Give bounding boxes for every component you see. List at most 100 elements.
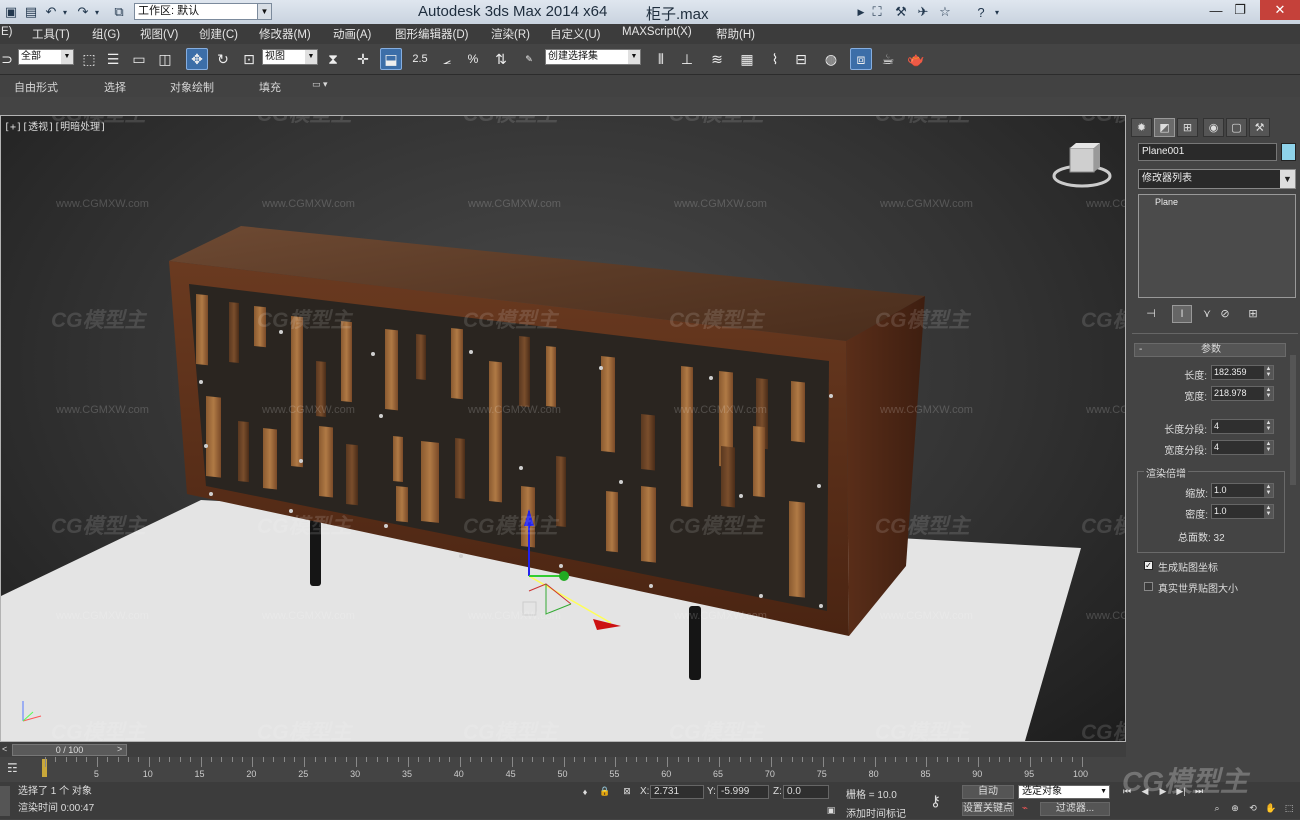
- gen-mapping-checkbox[interactable]: ✓: [1144, 561, 1153, 570]
- select-scale-icon[interactable]: ⊡: [238, 48, 260, 70]
- manipulate-icon[interactable]: ✛: [352, 48, 374, 70]
- set-key-button[interactable]: 设置关键点: [962, 802, 1014, 816]
- spinner-arrows-icon[interactable]: ▲ ▼: [1264, 366, 1273, 379]
- reference-coordinate-select[interactable]: 视图 ▼: [262, 49, 318, 65]
- utilities-tab-icon[interactable]: ⚒: [1249, 118, 1270, 137]
- isolate-selection-icon[interactable]: ♦: [578, 785, 592, 798]
- spinner-arrows-icon[interactable]: ▲ ▼: [1264, 387, 1273, 400]
- z-coordinate-field[interactable]: 0.0: [783, 785, 829, 799]
- redo-icon[interactable]: ↷: [74, 3, 92, 21]
- show-end-result-icon[interactable]: I: [1172, 305, 1192, 323]
- restore-icon[interactable]: ❐: [1222, 0, 1258, 20]
- window-crossing-icon[interactable]: ◫: [154, 48, 176, 70]
- display-tab-icon[interactable]: ▢: [1226, 118, 1247, 137]
- save-file-icon[interactable]: ▤: [22, 3, 40, 21]
- auto-key-button[interactable]: 自动: [962, 785, 1014, 799]
- motion-tab-icon[interactable]: ◉: [1203, 118, 1224, 137]
- ribbon-options-icon[interactable]: ▭ ▾: [312, 79, 328, 90]
- menu-item-help[interactable]: 帮助(H): [716, 26, 755, 42]
- select-object-icon[interactable]: ⬚: [78, 48, 100, 70]
- menu-item-maxscript[interactable]: MAXScript(X): [622, 26, 692, 38]
- key-filter-curve-icon[interactable]: ⌁: [1022, 803, 1028, 814]
- maxscript-listener-tab[interactable]: [0, 786, 10, 816]
- modifier-stack[interactable]: Plane: [1138, 194, 1296, 298]
- spinner-arrows-icon[interactable]: ▲ ▼: [1264, 441, 1273, 454]
- undo-dropdown-icon[interactable]: ▾: [60, 3, 70, 21]
- pivot-center-icon[interactable]: ⧗: [322, 48, 344, 70]
- selection-filter-select[interactable]: 全部 ▼: [18, 49, 74, 65]
- wrench-icon[interactable]: ⚒: [892, 3, 910, 21]
- mini-curve-editor-icon[interactable]: ☶: [7, 761, 18, 775]
- key-icon[interactable]: ⚷: [930, 792, 941, 810]
- edit-named-selection-icon[interactable]: ✎: [518, 48, 540, 70]
- subscription-icon[interactable]: ✈: [914, 3, 932, 21]
- spinner-arrows-icon[interactable]: ▲ ▼: [1264, 484, 1273, 497]
- spinner-snap-icon[interactable]: ⇅: [490, 48, 512, 70]
- modifier-list-select[interactable]: 修改器列表 ▼: [1138, 169, 1296, 189]
- menu-item-views[interactable]: 视图(V): [140, 26, 178, 42]
- close-icon[interactable]: ✕: [1260, 0, 1300, 20]
- make-unique-icon[interactable]: ⋎: [1198, 305, 1216, 321]
- tab-populate[interactable]: 填充: [259, 79, 281, 95]
- spinner-arrows-icon[interactable]: ▲ ▼: [1264, 420, 1273, 433]
- menu-item-animation[interactable]: 动画(A): [333, 26, 371, 42]
- rectangular-region-icon[interactable]: ▭: [128, 48, 150, 70]
- binoculars-icon[interactable]: ⛶: [868, 3, 886, 21]
- orbit-icon[interactable]: ⟲: [1246, 802, 1260, 815]
- pan-icon[interactable]: ✋: [1264, 802, 1278, 815]
- pin-stack-icon[interactable]: ⊣: [1142, 305, 1160, 321]
- length-segs-spinner[interactable]: 4 ▲ ▼: [1211, 419, 1274, 434]
- snap-toggle-icon[interactable]: 2.5: [409, 48, 431, 70]
- selection-lock-icon[interactable]: 🔒: [598, 785, 612, 798]
- save-icon[interactable]: ▣: [2, 3, 20, 21]
- layer-manager-icon[interactable]: ≋: [706, 48, 728, 70]
- remove-modifier-icon[interactable]: ⊘: [1216, 305, 1234, 321]
- zoom-icon[interactable]: ⌕: [1210, 802, 1224, 815]
- menu-item-graph-editors[interactable]: 图形编辑器(D): [395, 26, 468, 42]
- key-filters-button[interactable]: 过滤器...: [1040, 802, 1110, 816]
- configure-modifier-sets-icon[interactable]: ⊞: [1244, 305, 1262, 321]
- slider-next-icon[interactable]: >: [117, 744, 122, 754]
- help-dropdown-icon[interactable]: ▾: [992, 3, 1002, 21]
- create-tab-icon[interactable]: ✹: [1131, 118, 1152, 137]
- menu-item-customize[interactable]: 自定义(U): [550, 26, 600, 42]
- align-icon[interactable]: ⊥: [676, 48, 698, 70]
- tab-freeform[interactable]: 自由形式: [14, 79, 58, 95]
- density-spinner[interactable]: 1.0 ▲ ▼: [1211, 504, 1274, 519]
- y-coordinate-field[interactable]: -5.999: [717, 785, 769, 799]
- named-selection-select[interactable]: 创建选择集 ▼: [545, 49, 641, 65]
- menu-item-tools[interactable]: 工具(T): [32, 26, 70, 42]
- hierarchy-tab-icon[interactable]: ⊞: [1177, 118, 1198, 137]
- key-mode-select[interactable]: 选定对象 ▼: [1018, 785, 1110, 799]
- menu-item-edit[interactable]: E): [1, 26, 13, 38]
- menu-item-group[interactable]: 组(G): [92, 26, 120, 42]
- maximize-viewport-icon[interactable]: ⬚: [1282, 802, 1296, 815]
- menu-item-modifiers[interactable]: 修改器(M): [259, 26, 311, 42]
- percent-snap-icon[interactable]: %: [462, 48, 484, 70]
- tab-selection[interactable]: 选择: [104, 79, 126, 95]
- workspace-select[interactable]: 工作区: 默认 ▼: [134, 3, 272, 20]
- add-time-tag[interactable]: 添加时间标记: [846, 805, 906, 820]
- select-by-name-icon[interactable]: ☰: [102, 48, 124, 70]
- material-editor-icon[interactable]: ◍: [820, 48, 842, 70]
- angle-snap-icon[interactable]: ⦟: [436, 48, 458, 70]
- render-production-icon[interactable]: 🫖: [905, 48, 927, 70]
- rendered-frame-window-icon[interactable]: ☕: [877, 48, 899, 70]
- undo-icon[interactable]: ↶: [42, 3, 60, 21]
- select-move-icon[interactable]: ✥: [186, 48, 208, 70]
- width-spinner[interactable]: 218.978 ▲ ▼: [1211, 386, 1274, 401]
- graphite-tools-icon[interactable]: ▦: [736, 48, 758, 70]
- link-icon[interactable]: ⊃: [0, 48, 18, 70]
- render-setup-icon[interactable]: ⧈: [850, 48, 872, 70]
- mirror-icon[interactable]: ⫴: [650, 48, 672, 70]
- zoom-all-icon[interactable]: ⊕: [1228, 802, 1242, 815]
- select-rotate-icon[interactable]: ↻: [212, 48, 234, 70]
- project-folder-icon[interactable]: ⧉: [110, 3, 128, 21]
- menu-item-rendering[interactable]: 渲染(R): [491, 26, 530, 42]
- tab-object-paint[interactable]: 对象绘制: [170, 79, 214, 95]
- parameters-rollout-header[interactable]: - 参数: [1134, 343, 1286, 357]
- menu-item-create[interactable]: 创建(C): [199, 26, 238, 42]
- width-segs-spinner[interactable]: 4 ▲ ▼: [1211, 440, 1274, 455]
- slider-prev-icon[interactable]: <: [2, 744, 7, 754]
- redo-dropdown-icon[interactable]: ▾: [92, 3, 102, 21]
